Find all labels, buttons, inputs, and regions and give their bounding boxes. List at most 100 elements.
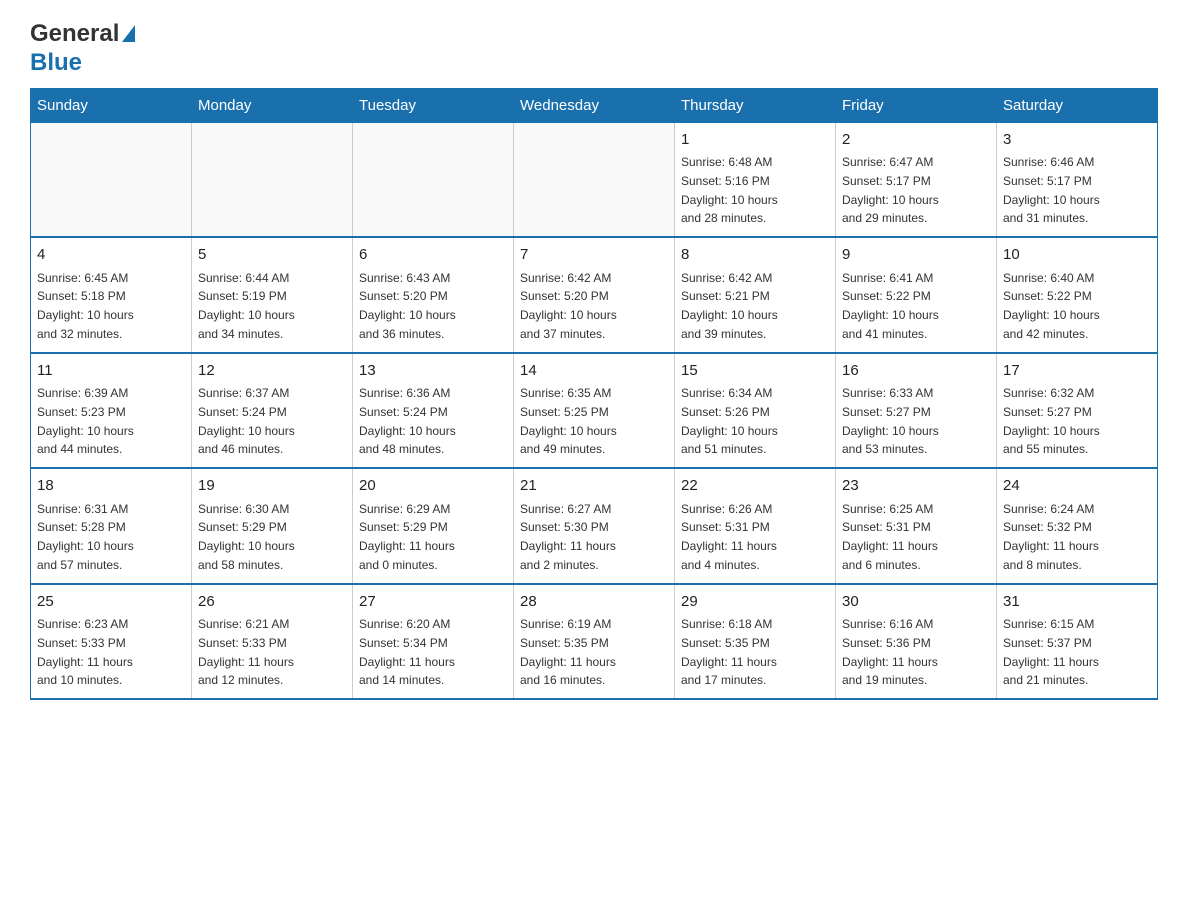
day-number: 5 bbox=[198, 244, 346, 267]
day-number: 24 bbox=[1003, 475, 1151, 498]
calendar-day-cell: 14 Sunrise: 6:35 AMSunset: 5:25 PMDayligh… bbox=[514, 353, 675, 469]
calendar-week-row: 4 Sunrise: 6:45 AMSunset: 5:18 PMDaylight… bbox=[31, 237, 1158, 353]
calendar-day-cell: 31 Sunrise: 6:15 AMSunset: 5:37 PMDayligh… bbox=[997, 584, 1158, 700]
weekday-header-tuesday: Tuesday bbox=[353, 88, 514, 122]
calendar-day-cell: 19 Sunrise: 6:30 AMSunset: 5:29 PMDayligh… bbox=[192, 468, 353, 584]
calendar-day-cell bbox=[31, 122, 192, 237]
day-info: Sunrise: 6:40 AMSunset: 5:22 PMDaylight:… bbox=[1003, 271, 1100, 341]
day-number: 27 bbox=[359, 591, 507, 614]
calendar-day-cell: 17 Sunrise: 6:32 AMSunset: 5:27 PMDayligh… bbox=[997, 353, 1158, 469]
calendar-week-row: 18 Sunrise: 6:31 AMSunset: 5:28 PMDayligh… bbox=[31, 468, 1158, 584]
day-number: 4 bbox=[37, 244, 185, 267]
day-info: Sunrise: 6:27 AMSunset: 5:30 PMDaylight:… bbox=[520, 502, 616, 572]
calendar-day-cell: 9 Sunrise: 6:41 AMSunset: 5:22 PMDaylight… bbox=[836, 237, 997, 353]
calendar-day-cell bbox=[192, 122, 353, 237]
calendar-day-cell: 2 Sunrise: 6:47 AMSunset: 5:17 PMDaylight… bbox=[836, 122, 997, 237]
day-info: Sunrise: 6:42 AMSunset: 5:21 PMDaylight:… bbox=[681, 271, 778, 341]
day-number: 9 bbox=[842, 244, 990, 267]
day-number: 1 bbox=[681, 129, 829, 152]
weekday-header-saturday: Saturday bbox=[997, 88, 1158, 122]
day-info: Sunrise: 6:37 AMSunset: 5:24 PMDaylight:… bbox=[198, 386, 295, 456]
calendar-day-cell: 11 Sunrise: 6:39 AMSunset: 5:23 PMDayligh… bbox=[31, 353, 192, 469]
day-info: Sunrise: 6:29 AMSunset: 5:29 PMDaylight:… bbox=[359, 502, 455, 572]
calendar-week-row: 11 Sunrise: 6:39 AMSunset: 5:23 PMDayligh… bbox=[31, 353, 1158, 469]
weekday-header-thursday: Thursday bbox=[675, 88, 836, 122]
day-number: 11 bbox=[37, 360, 185, 383]
day-number: 2 bbox=[842, 129, 990, 152]
day-info: Sunrise: 6:39 AMSunset: 5:23 PMDaylight:… bbox=[37, 386, 134, 456]
calendar-day-cell: 25 Sunrise: 6:23 AMSunset: 5:33 PMDayligh… bbox=[31, 584, 192, 700]
day-info: Sunrise: 6:47 AMSunset: 5:17 PMDaylight:… bbox=[842, 155, 939, 225]
day-number: 10 bbox=[1003, 244, 1151, 267]
day-number: 26 bbox=[198, 591, 346, 614]
page-header: General Blue bbox=[30, 20, 1158, 78]
calendar-day-cell: 23 Sunrise: 6:25 AMSunset: 5:31 PMDayligh… bbox=[836, 468, 997, 584]
calendar-day-cell: 7 Sunrise: 6:42 AMSunset: 5:20 PMDaylight… bbox=[514, 237, 675, 353]
day-info: Sunrise: 6:19 AMSunset: 5:35 PMDaylight:… bbox=[520, 617, 616, 687]
day-number: 3 bbox=[1003, 129, 1151, 152]
day-number: 17 bbox=[1003, 360, 1151, 383]
day-number: 15 bbox=[681, 360, 829, 383]
day-info: Sunrise: 6:25 AMSunset: 5:31 PMDaylight:… bbox=[842, 502, 938, 572]
day-number: 21 bbox=[520, 475, 668, 498]
day-number: 12 bbox=[198, 360, 346, 383]
day-info: Sunrise: 6:20 AMSunset: 5:34 PMDaylight:… bbox=[359, 617, 455, 687]
day-number: 23 bbox=[842, 475, 990, 498]
day-info: Sunrise: 6:45 AMSunset: 5:18 PMDaylight:… bbox=[37, 271, 134, 341]
calendar-week-row: 25 Sunrise: 6:23 AMSunset: 5:33 PMDayligh… bbox=[31, 584, 1158, 700]
calendar-day-cell: 16 Sunrise: 6:33 AMSunset: 5:27 PMDayligh… bbox=[836, 353, 997, 469]
weekday-header-row: SundayMondayTuesdayWednesdayThursdayFrid… bbox=[31, 88, 1158, 122]
day-info: Sunrise: 6:42 AMSunset: 5:20 PMDaylight:… bbox=[520, 271, 617, 341]
day-number: 19 bbox=[198, 475, 346, 498]
calendar-day-cell: 1 Sunrise: 6:48 AMSunset: 5:16 PMDaylight… bbox=[675, 122, 836, 237]
logo-triangle-icon bbox=[122, 25, 135, 42]
calendar-day-cell bbox=[514, 122, 675, 237]
calendar-day-cell: 20 Sunrise: 6:29 AMSunset: 5:29 PMDayligh… bbox=[353, 468, 514, 584]
day-info: Sunrise: 6:41 AMSunset: 5:22 PMDaylight:… bbox=[842, 271, 939, 341]
calendar-day-cell: 18 Sunrise: 6:31 AMSunset: 5:28 PMDayligh… bbox=[31, 468, 192, 584]
day-number: 13 bbox=[359, 360, 507, 383]
day-number: 29 bbox=[681, 591, 829, 614]
day-info: Sunrise: 6:32 AMSunset: 5:27 PMDaylight:… bbox=[1003, 386, 1100, 456]
calendar-day-cell: 8Sunrise: 6:42 AMSunset: 5:21 PMDaylight… bbox=[675, 237, 836, 353]
day-info: Sunrise: 6:16 AMSunset: 5:36 PMDaylight:… bbox=[842, 617, 938, 687]
day-info: Sunrise: 6:30 AMSunset: 5:29 PMDaylight:… bbox=[198, 502, 295, 572]
day-info: Sunrise: 6:15 AMSunset: 5:37 PMDaylight:… bbox=[1003, 617, 1099, 687]
day-number: 28 bbox=[520, 591, 668, 614]
calendar-day-cell: 13Sunrise: 6:36 AMSunset: 5:24 PMDayligh… bbox=[353, 353, 514, 469]
day-number: 16 bbox=[842, 360, 990, 383]
day-number: 20 bbox=[359, 475, 507, 498]
weekday-header-wednesday: Wednesday bbox=[514, 88, 675, 122]
day-info: Sunrise: 6:23 AMSunset: 5:33 PMDaylight:… bbox=[37, 617, 133, 687]
calendar-day-cell: 29Sunrise: 6:18 AMSunset: 5:35 PMDayligh… bbox=[675, 584, 836, 700]
day-info: Sunrise: 6:33 AMSunset: 5:27 PMDaylight:… bbox=[842, 386, 939, 456]
day-info: Sunrise: 6:21 AMSunset: 5:33 PMDaylight:… bbox=[198, 617, 294, 687]
day-number: 25 bbox=[37, 591, 185, 614]
day-number: 18 bbox=[37, 475, 185, 498]
day-info: Sunrise: 6:48 AMSunset: 5:16 PMDaylight:… bbox=[681, 155, 778, 225]
calendar-day-cell bbox=[353, 122, 514, 237]
logo-block: General Blue bbox=[30, 20, 135, 78]
calendar-day-cell: 27 Sunrise: 6:20 AMSunset: 5:34 PMDayligh… bbox=[353, 584, 514, 700]
weekday-header-monday: Monday bbox=[192, 88, 353, 122]
day-number: 14 bbox=[520, 360, 668, 383]
calendar-day-cell: 15 Sunrise: 6:34 AMSunset: 5:26 PMDayligh… bbox=[675, 353, 836, 469]
day-info: Sunrise: 6:31 AMSunset: 5:28 PMDaylight:… bbox=[37, 502, 134, 572]
day-number: 7 bbox=[520, 244, 668, 267]
calendar-day-cell: 30Sunrise: 6:16 AMSunset: 5:36 PMDayligh… bbox=[836, 584, 997, 700]
day-info: Sunrise: 6:43 AMSunset: 5:20 PMDaylight:… bbox=[359, 271, 456, 341]
calendar-day-cell: 24 Sunrise: 6:24 AMSunset: 5:32 PMDayligh… bbox=[997, 468, 1158, 584]
calendar-day-cell: 21 Sunrise: 6:27 AMSunset: 5:30 PMDayligh… bbox=[514, 468, 675, 584]
logo-general-text: General bbox=[30, 20, 119, 47]
day-number: 31 bbox=[1003, 591, 1151, 614]
calendar-day-cell: 10 Sunrise: 6:40 AMSunset: 5:22 PMDayligh… bbox=[997, 237, 1158, 353]
calendar-day-cell: 12 Sunrise: 6:37 AMSunset: 5:24 PMDayligh… bbox=[192, 353, 353, 469]
weekday-header-sunday: Sunday bbox=[31, 88, 192, 122]
day-info: Sunrise: 6:34 AMSunset: 5:26 PMDaylight:… bbox=[681, 386, 778, 456]
day-info: Sunrise: 6:24 AMSunset: 5:32 PMDaylight:… bbox=[1003, 502, 1099, 572]
calendar-table: SundayMondayTuesdayWednesdayThursdayFrid… bbox=[30, 88, 1158, 701]
day-number: 6 bbox=[359, 244, 507, 267]
day-info: Sunrise: 6:35 AMSunset: 5:25 PMDaylight:… bbox=[520, 386, 617, 456]
calendar-day-cell: 22Sunrise: 6:26 AMSunset: 5:31 PMDayligh… bbox=[675, 468, 836, 584]
weekday-header-friday: Friday bbox=[836, 88, 997, 122]
